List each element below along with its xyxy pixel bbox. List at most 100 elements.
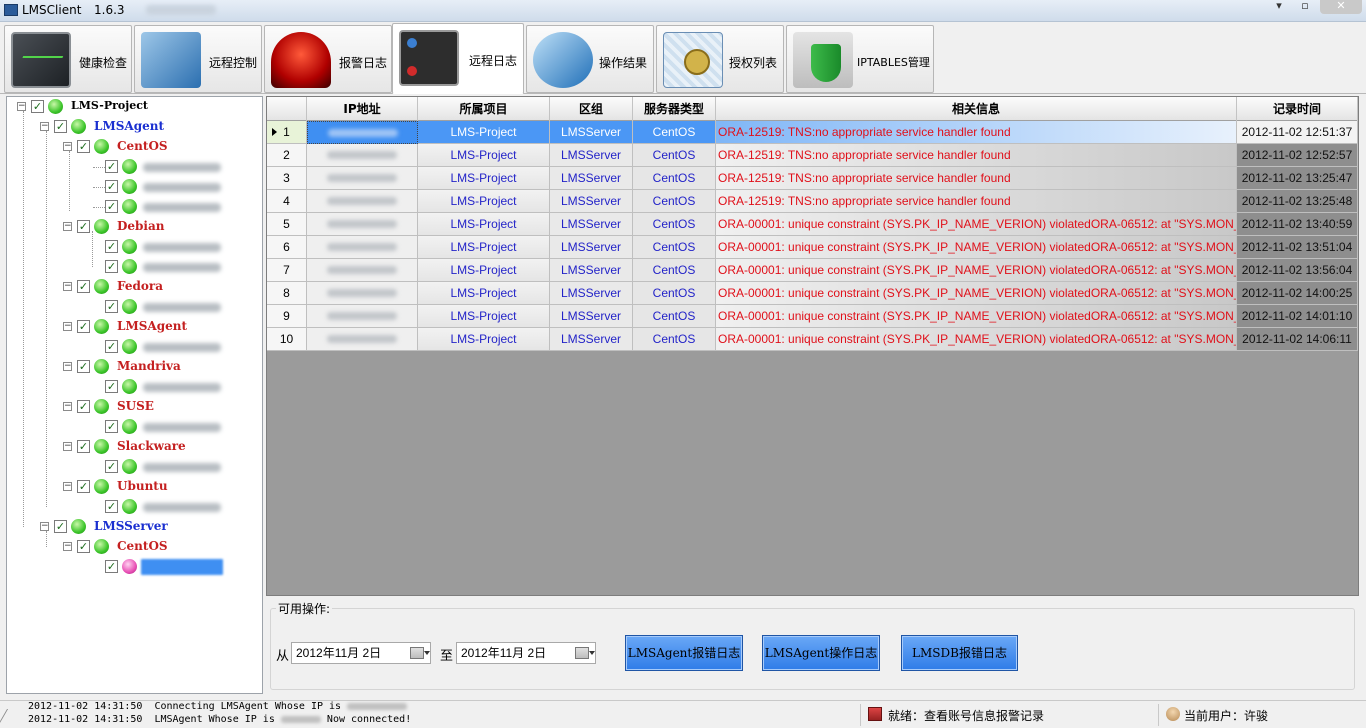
project-cell[interactable]: LMS-Project: [418, 259, 550, 282]
ip-cell[interactable]: [307, 190, 418, 213]
server-type-cell[interactable]: CentOS: [633, 144, 716, 167]
calendar-icon[interactable]: [410, 647, 424, 659]
tree-node-ip[interactable]: ✓: [105, 158, 255, 176]
tree-checkbox[interactable]: ✓: [105, 460, 118, 473]
tree-checkbox[interactable]: ✓: [31, 100, 44, 113]
server-type-cell[interactable]: CentOS: [633, 328, 716, 351]
collapse-icon[interactable]: −: [63, 442, 72, 451]
ip-cell[interactable]: [307, 167, 418, 190]
tree-node-os[interactable]: − ✓ SUSE: [63, 398, 253, 416]
collapse-icon[interactable]: −: [63, 542, 72, 551]
table-row[interactable]: 2 LMS-Project LMSServer CentOS ORA-12519: TN…: [267, 144, 1358, 167]
tree-node-os[interactable]: − ✓ Mandriva: [63, 358, 253, 376]
time-cell[interactable]: 2012-11-02 14:00:25: [1237, 282, 1358, 305]
tree-checkbox[interactable]: ✓: [77, 140, 90, 153]
table-row[interactable]: 9 LMS-Project LMSServer CentOS ORA-00001: un…: [267, 305, 1358, 328]
info-cell[interactable]: ORA-00001: unique constraint (SYS.PK_IP_…: [716, 305, 1237, 328]
row-number-cell[interactable]: 6: [267, 236, 307, 259]
tree-checkbox[interactable]: ✓: [54, 520, 67, 533]
column-header-zone[interactable]: 区组: [550, 97, 633, 121]
db-error-log-button[interactable]: LMSDB报错日志: [901, 635, 1018, 671]
info-cell[interactable]: ORA-00001: unique constraint (SYS.PK_IP_…: [716, 213, 1237, 236]
zone-cell[interactable]: LMSServer: [550, 144, 633, 167]
ip-cell[interactable]: [307, 144, 418, 167]
close-button[interactable]: ✕: [1320, 0, 1362, 14]
zone-cell[interactable]: LMSServer: [550, 328, 633, 351]
collapse-icon[interactable]: −: [63, 222, 72, 231]
row-number-cell[interactable]: 8: [267, 282, 307, 305]
column-header-server-type[interactable]: 服务器类型: [633, 97, 716, 121]
tree-checkbox[interactable]: ✓: [105, 180, 118, 193]
tree-node-os[interactable]: − ✓ CentOS: [63, 538, 253, 556]
zone-cell[interactable]: LMSServer: [550, 121, 633, 144]
ip-cell[interactable]: [307, 328, 418, 351]
server-type-cell[interactable]: CentOS: [633, 121, 716, 144]
time-cell[interactable]: 2012-11-02 14:06:11: [1237, 328, 1358, 351]
tree-node-os[interactable]: − ✓ Slackware: [63, 438, 253, 456]
tree-checkbox[interactable]: ✓: [105, 300, 118, 313]
server-type-cell[interactable]: CentOS: [633, 190, 716, 213]
project-cell[interactable]: LMS-Project: [418, 213, 550, 236]
tree-node-ip[interactable]: ✓: [105, 338, 255, 356]
info-cell[interactable]: ORA-00001: unique constraint (SYS.PK_IP_…: [716, 259, 1237, 282]
zone-cell[interactable]: LMSServer: [550, 282, 633, 305]
row-number-cell[interactable]: 9: [267, 305, 307, 328]
server-type-cell[interactable]: CentOS: [633, 282, 716, 305]
tab-operation-result[interactable]: 操作结果: [526, 25, 654, 93]
info-cell[interactable]: ORA-00001: unique constraint (SYS.PK_IP_…: [716, 328, 1237, 351]
ip-cell[interactable]: [307, 213, 418, 236]
tree-checkbox[interactable]: ✓: [54, 120, 67, 133]
column-header-info[interactable]: 相关信息: [716, 97, 1237, 121]
row-number-cell[interactable]: 2: [267, 144, 307, 167]
tree-node-ip[interactable]: ✓: [105, 198, 255, 216]
row-number-cell[interactable]: 1: [267, 121, 307, 144]
table-row[interactable]: 7 LMS-Project LMSServer CentOS ORA-00001: un…: [267, 259, 1358, 282]
time-cell[interactable]: 2012-11-02 12:52:57: [1237, 144, 1358, 167]
column-header-time[interactable]: 记录时间: [1237, 97, 1358, 121]
tree-node-ip[interactable]: ✓: [105, 238, 255, 256]
table-row[interactable]: 1 LMS-Project LMSServer CentOS ORA-12519: TN…: [267, 121, 1358, 144]
tab-authorization-list[interactable]: 授权列表: [656, 25, 784, 93]
tab-remote-control[interactable]: 远程控制: [134, 25, 262, 93]
time-cell[interactable]: 2012-11-02 13:51:04: [1237, 236, 1358, 259]
tree-node-ip[interactable]: ✓: [105, 418, 255, 436]
tab-remote-log[interactable]: 远程日志: [392, 23, 524, 94]
collapse-icon[interactable]: −: [63, 142, 72, 151]
row-number-cell[interactable]: 7: [267, 259, 307, 282]
server-type-cell[interactable]: CentOS: [633, 259, 716, 282]
tree-checkbox[interactable]: ✓: [105, 420, 118, 433]
project-cell[interactable]: LMS-Project: [418, 236, 550, 259]
time-cell[interactable]: 2012-11-02 14:01:10: [1237, 305, 1358, 328]
zone-cell[interactable]: LMSServer: [550, 167, 633, 190]
ip-cell[interactable]: [307, 121, 418, 144]
tree-checkbox[interactable]: ✓: [77, 400, 90, 413]
collapse-icon[interactable]: −: [63, 322, 72, 331]
tree-checkbox[interactable]: ✓: [105, 240, 118, 253]
table-row[interactable]: 4 LMS-Project LMSServer CentOS ORA-12519: TN…: [267, 190, 1358, 213]
collapse-icon[interactable]: −: [63, 362, 72, 371]
tree-checkbox[interactable]: ✓: [77, 540, 90, 553]
tree-checkbox[interactable]: ✓: [105, 260, 118, 273]
table-row[interactable]: 3 LMS-Project LMSServer CentOS ORA-12519: TN…: [267, 167, 1358, 190]
server-type-cell[interactable]: CentOS: [633, 305, 716, 328]
zone-cell[interactable]: LMSServer: [550, 259, 633, 282]
collapse-icon[interactable]: −: [63, 402, 72, 411]
tree-node-ip[interactable]: ✓: [105, 378, 255, 396]
tree-checkbox[interactable]: ✓: [77, 440, 90, 453]
tree-node-os[interactable]: − ✓ LMSAgent: [63, 318, 253, 336]
project-cell[interactable]: LMS-Project: [418, 282, 550, 305]
zone-cell[interactable]: LMSServer: [550, 236, 633, 259]
tree-node-ip[interactable]: ✓: [105, 298, 255, 316]
maximize-button[interactable]: ▫: [1292, 0, 1318, 14]
tree-checkbox[interactable]: ✓: [105, 500, 118, 513]
info-cell[interactable]: ORA-12519: TNS:no appropriate service ha…: [716, 190, 1237, 213]
column-header-project[interactable]: 所属项目: [418, 97, 550, 121]
row-number-cell[interactable]: 10: [267, 328, 307, 351]
agent-error-log-button[interactable]: LMSAgent报错日志: [625, 635, 743, 671]
tree-node-ip[interactable]: ✓: [105, 258, 255, 276]
time-cell[interactable]: 2012-11-02 13:40:59: [1237, 213, 1358, 236]
row-number-cell[interactable]: 3: [267, 167, 307, 190]
info-cell[interactable]: ORA-00001: unique constraint (SYS.PK_IP_…: [716, 282, 1237, 305]
tree-checkbox[interactable]: ✓: [105, 380, 118, 393]
tree-node-root[interactable]: − ✓ LMS-Project: [17, 98, 257, 116]
